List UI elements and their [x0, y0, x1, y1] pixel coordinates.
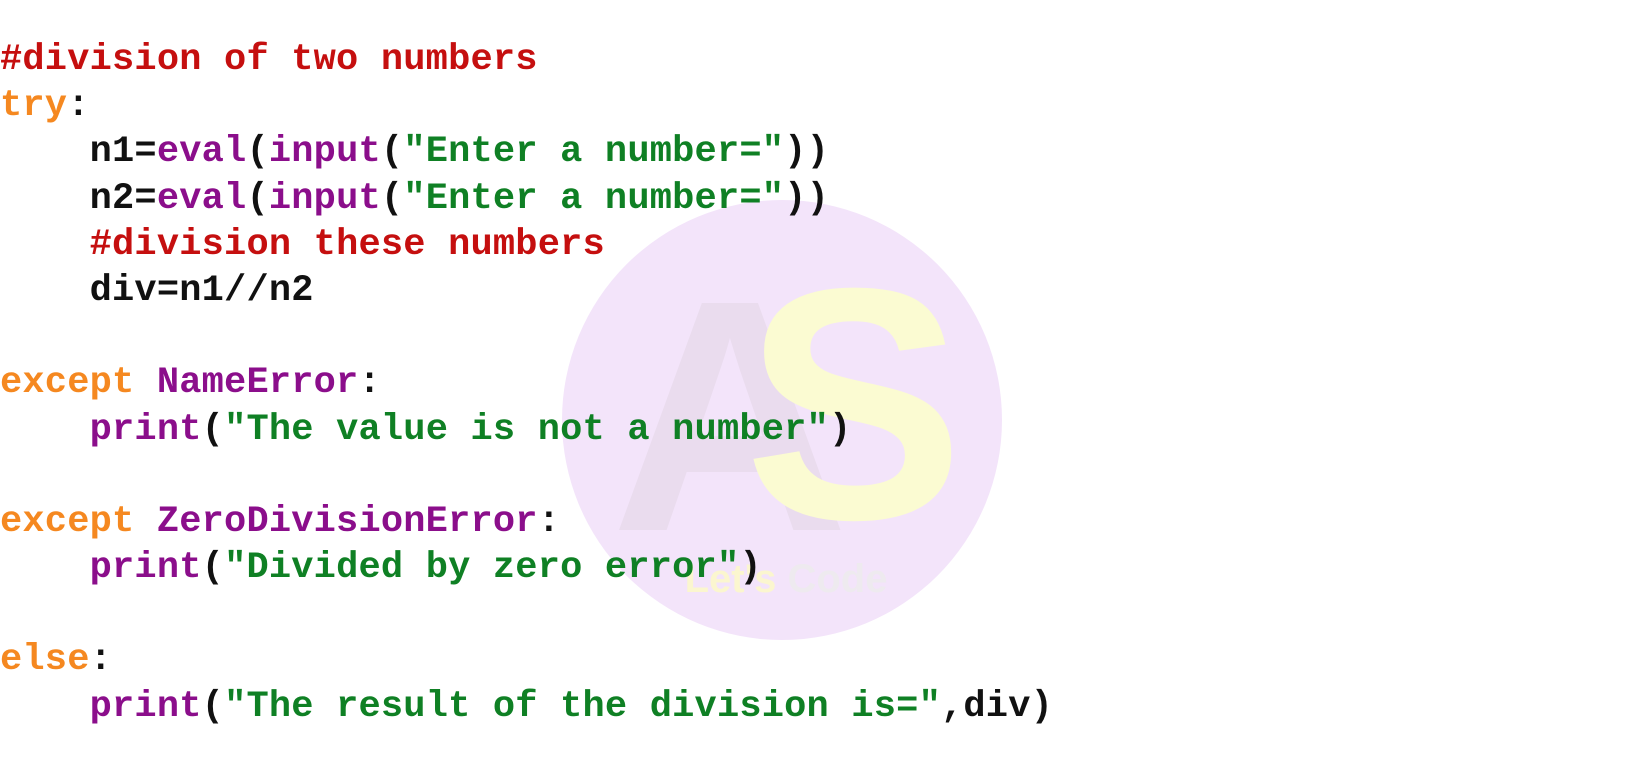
code-token-builtin: eval	[156, 177, 247, 220]
code-line: print("The result of the division is=",d…	[0, 684, 1053, 730]
code-token-builtin: input	[268, 177, 381, 220]
code-token-builtin: print	[89, 408, 202, 451]
code-token-plain: )	[828, 408, 852, 451]
code-token-comment: #division of two numbers	[0, 39, 538, 81]
code-line: else:	[0, 637, 1053, 683]
code-token-plain: ))	[784, 177, 829, 220]
code-token-string: "Divided by zero error"	[224, 547, 740, 590]
code-token-builtin: print	[89, 547, 202, 590]
code-token-plain: :	[537, 500, 561, 543]
code-token-string: "Enter a number="	[403, 177, 785, 220]
code-token-exception: NameError	[156, 362, 359, 405]
code-token-plain: ))	[784, 131, 829, 174]
code-token-plain: (	[246, 177, 269, 220]
code-line: try:	[0, 83, 1053, 129]
code-snippet-image: A S Let's Code #division of two numbers t…	[0, 0, 1647, 782]
code-token-plain: (	[380, 131, 404, 174]
code-token-plain: (	[201, 547, 225, 590]
code-token-plain: (	[246, 131, 269, 174]
code-token-plain: :	[89, 639, 113, 682]
code-token-plain: (	[201, 685, 225, 728]
code-token-keyword: else	[0, 639, 90, 682]
python-code-block[interactable]: #division of two numbers try: n1=eval(inp…	[0, 37, 1053, 730]
code-token-plain: :	[358, 362, 381, 405]
code-line: except NameError:	[0, 360, 1053, 406]
code-token-builtin: eval	[156, 131, 247, 174]
code-token-plain: div=n1//n2	[0, 269, 314, 312]
code-token-string: "The result of the division is="	[224, 685, 941, 728]
code-token-plain: n1=	[0, 131, 157, 174]
code-token-string: "The value is not a number"	[224, 408, 829, 451]
code-token-builtin: input	[268, 131, 381, 174]
code-token-plain: n2=	[0, 177, 157, 220]
code-token-builtin: print	[89, 685, 202, 728]
code-token-string: "Enter a number="	[403, 131, 785, 174]
code-token-comment: #division these numbers	[89, 223, 605, 266]
code-line: n2=eval(input("Enter a number="))	[0, 176, 1053, 222]
code-line: div=n1//n2	[0, 268, 1053, 314]
code-token-plain: :	[67, 85, 90, 128]
code-line: except ZeroDivisionError:	[0, 499, 1053, 545]
code-line: #division these numbers	[0, 222, 1053, 268]
code-token-exception: ZeroDivisionError	[156, 500, 538, 543]
code-token-plain: (	[201, 408, 225, 451]
code-token-keyword: try	[0, 85, 68, 128]
code-token-keyword: except	[0, 500, 135, 543]
code-line: print("The value is not a number")	[0, 407, 1053, 453]
code-token-plain: ,div)	[940, 685, 1054, 728]
code-token-plain: )	[739, 547, 762, 590]
code-token-keyword: except	[0, 362, 135, 405]
code-line: #division of two numbers	[0, 37, 1053, 83]
code-line: print("Divided by zero error")	[0, 545, 1053, 591]
code-token-plain: (	[380, 177, 404, 220]
code-line: n1=eval(input("Enter a number="))	[0, 129, 1053, 175]
